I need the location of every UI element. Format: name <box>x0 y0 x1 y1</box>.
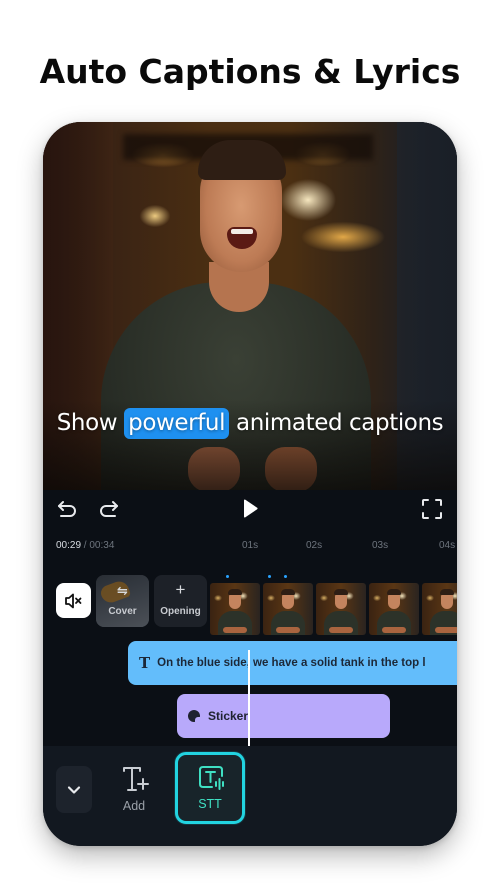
play-button[interactable] <box>237 496 263 522</box>
speech-to-text-icon <box>199 766 224 790</box>
page-headline: Auto Captions & Lyrics <box>39 52 461 91</box>
collapse-button[interactable] <box>56 766 92 813</box>
text-clip-label: On the blue side, we have a solid tank i… <box>157 657 426 669</box>
swap-icon: ⇋ <box>117 583 128 598</box>
time-readout: 00:29 / 00:34 <box>56 540 114 551</box>
frame-hair <box>334 589 348 595</box>
ruler-tick: 01s <box>242 540 259 551</box>
play-icon <box>244 499 258 518</box>
add-label: Add <box>122 799 146 813</box>
cover-label: Cover <box>108 606 137 617</box>
ruler-tick: 02s <box>306 540 323 551</box>
frame-hair <box>387 589 401 595</box>
stt-label: STT <box>198 797 222 811</box>
redo-icon <box>100 501 118 517</box>
caption-overlay[interactable]: Show powerful animated captions <box>43 408 457 439</box>
frame-hands <box>276 627 300 633</box>
frame-hands <box>435 627 457 633</box>
video-frame-thumbnail <box>210 583 260 635</box>
timeline-ruler[interactable]: 00:29 / 00:34 01s 02s 03s 04s <box>43 534 457 558</box>
opening-label: Opening <box>160 606 201 617</box>
fullscreen-button[interactable] <box>419 496 445 522</box>
video-frame-thumbnail <box>263 583 313 635</box>
current-time: 00:29 <box>56 540 82 551</box>
add-text-button[interactable]: Add <box>109 766 159 816</box>
frame-hair <box>281 589 295 595</box>
plus-icon: + <box>175 580 186 599</box>
sticker-clip-label: Sticker <box>208 709 249 723</box>
main-video-track: ⇋ Cover + Opening <box>43 574 457 635</box>
redo-button[interactable] <box>95 496 121 522</box>
ruler-tick: 04s <box>439 540 456 551</box>
mute-audio-button[interactable] <box>56 583 91 618</box>
keyframe-marker <box>226 575 229 578</box>
undo-button[interactable] <box>55 496 81 522</box>
presenter-hair <box>198 140 286 180</box>
frame-hair <box>228 589 242 595</box>
bottom-toolbar: Add STT <box>43 746 457 846</box>
chevron-down-icon <box>67 785 81 794</box>
text-icon: T <box>139 654 151 672</box>
frame-hands <box>382 627 406 633</box>
frame-hands <box>223 627 247 633</box>
caption-highlighted-word: powerful <box>124 408 230 439</box>
frame-hair <box>440 589 454 595</box>
sticker-icon <box>188 710 201 723</box>
playback-controls <box>43 490 457 530</box>
keyframe-marker <box>268 575 271 578</box>
total-time: 00:34 <box>89 540 115 551</box>
video-frame-thumbnail <box>422 583 457 635</box>
opening-button[interactable]: + Opening <box>154 575 207 627</box>
fullscreen-icon <box>422 499 442 519</box>
cover-button[interactable]: ⇋ Cover <box>96 575 149 627</box>
video-preview[interactable]: Show powerful animated captions <box>43 122 457 490</box>
text-caption-clip[interactable]: T On the blue side, we have a solid tank… <box>128 641 457 685</box>
phone-frame: Show powerful animated captions 00:29 / … <box>43 122 457 846</box>
undo-icon <box>58 501 76 517</box>
stt-button[interactable]: STT <box>175 752 245 824</box>
playhead[interactable] <box>248 650 250 746</box>
add-text-icon <box>123 767 149 791</box>
video-frame-thumbnail <box>316 583 366 635</box>
keyframe-marker <box>284 575 287 578</box>
sticker-clip[interactable]: Sticker <box>177 694 390 738</box>
ruler-tick: 03s <box>372 540 389 551</box>
caption-word-before: Show <box>56 410 118 436</box>
video-frame-thumbnail <box>369 583 419 635</box>
frame-hands <box>329 627 353 633</box>
speaker-mute-icon <box>64 593 81 608</box>
video-clip-frames[interactable] <box>210 583 457 635</box>
caption-word-after: animated captions <box>236 410 444 436</box>
